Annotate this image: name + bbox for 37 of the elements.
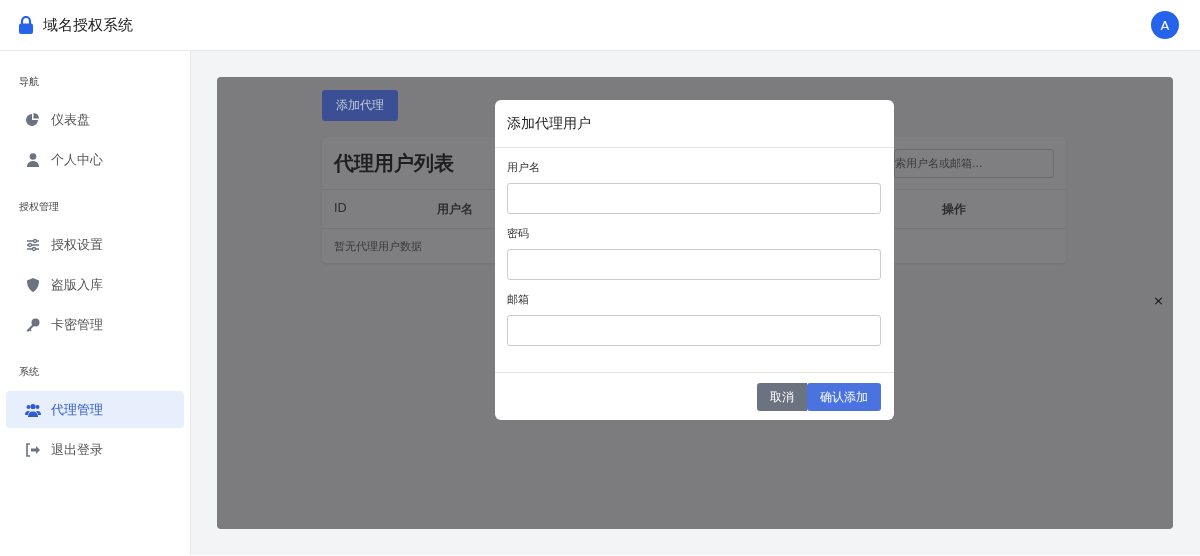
card-title: 代理用户列表 <box>334 149 454 177</box>
section-label: 授权管理 <box>18 200 60 214</box>
sidebar-item[interactable]: 盗版入库 <box>6 266 184 303</box>
field-label: 密码 <box>507 226 530 241</box>
search-field[interactable]: 索用户名或邮箱... <box>894 148 1054 178</box>
sidebar-item[interactable]: 退出登录 <box>6 431 184 468</box>
pie-chart-icon <box>25 112 41 127</box>
column-header: 用户名 <box>437 201 473 218</box>
user-icon <box>25 152 41 167</box>
app-title: 域名授权系统 <box>43 15 133 35</box>
close-icon[interactable]: × <box>1153 293 1164 308</box>
field-label: 邮箱 <box>507 292 530 307</box>
shield-icon <box>25 277 41 292</box>
sidebar-item[interactable]: 个人中心 <box>6 141 184 178</box>
sidebar-item[interactable]: 仪表盘 <box>6 101 184 138</box>
lock-icon <box>19 16 33 34</box>
avatar[interactable]: A <box>1151 11 1179 39</box>
input-field[interactable] <box>507 249 881 280</box>
sidebar-item[interactable]: 代理管理 <box>6 391 184 428</box>
section-label: 导航 <box>18 75 40 89</box>
input-field[interactable] <box>507 315 881 346</box>
sidebar-item[interactable]: 卡密管理 <box>6 306 184 343</box>
sidebar-item[interactable]: 授权设置 <box>6 226 184 263</box>
input-field[interactable] <box>507 183 881 214</box>
section-label: 系统 <box>18 365 40 379</box>
logout-icon <box>25 442 41 457</box>
key-icon <box>25 317 41 332</box>
dialog-title: 添加代理用户 <box>507 114 591 133</box>
empty-message: 暂无代理用户数据 <box>334 238 422 254</box>
add-agent-button[interactable]: 添加代理 <box>322 90 398 121</box>
column-header: 操作 <box>942 201 966 218</box>
field-label: 用户名 <box>507 160 541 175</box>
confirm-button[interactable]: 确认添加 <box>807 383 881 411</box>
users-icon <box>25 402 41 417</box>
cancel-button[interactable]: 取消 <box>757 383 807 411</box>
sliders-icon <box>25 237 41 252</box>
column-header: ID <box>334 201 347 215</box>
